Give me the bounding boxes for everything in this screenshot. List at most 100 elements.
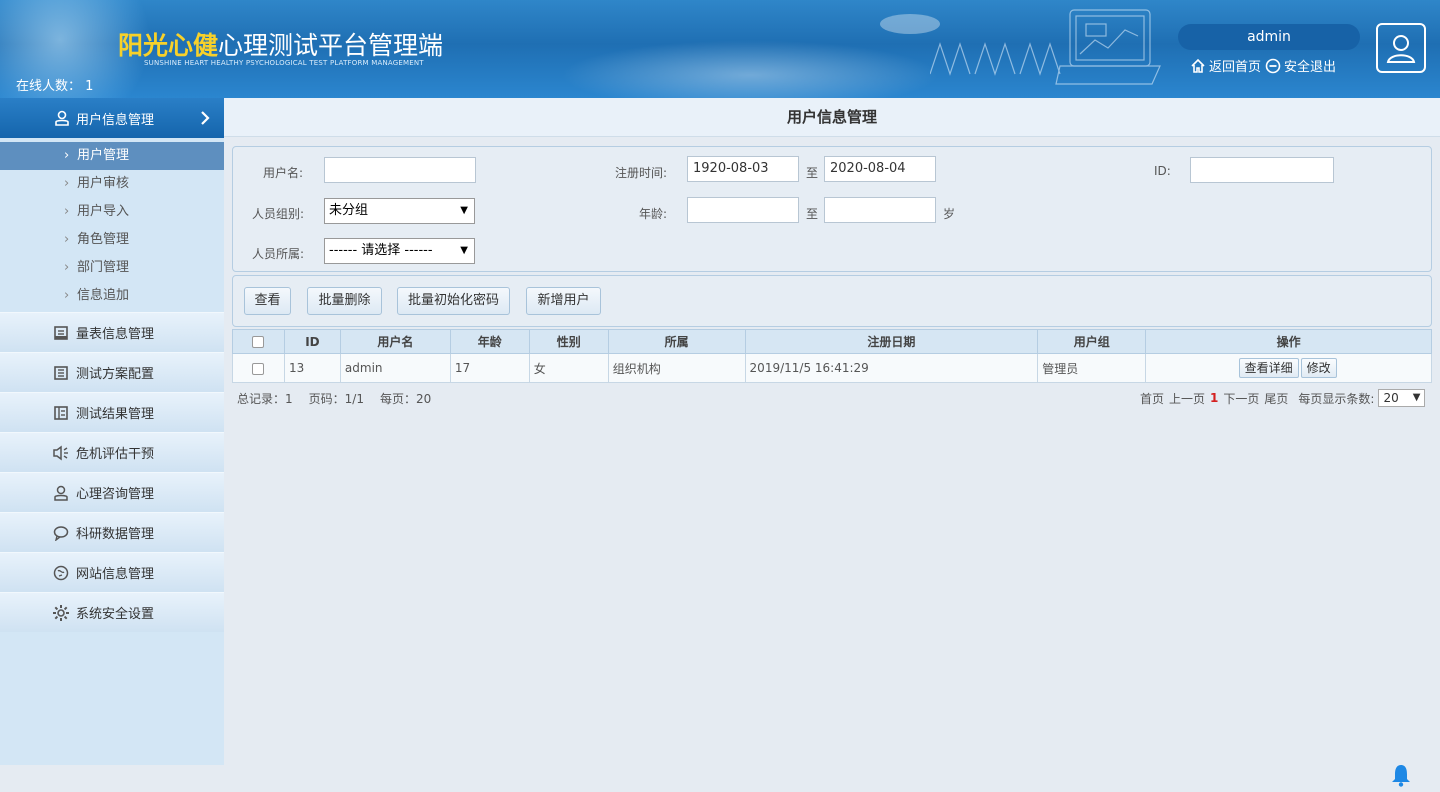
home-icon [1191,58,1205,73]
column-header: 用户名 [339,329,451,354]
form-icon [52,324,70,342]
per-page-count: 每页：20 [379,392,432,406]
online-count: 在线人数： 1 [16,75,93,94]
sidebar-item-security[interactable]: 系统安全设置 [0,592,224,632]
online-label: 在线人数： [16,79,82,94]
column-header: 用户组 [1037,329,1147,354]
per-page-select-value: 20 [1383,391,1399,405]
submenu-user-review[interactable]: › 用户审核 [0,170,224,198]
sidebar-footer [0,765,224,792]
username-input[interactable] [324,157,476,183]
view-detail-button[interactable]: 查看详细 [1238,358,1299,378]
cell-username: admin [339,353,451,383]
laptop-illustration [930,9,1161,85]
brand-rest: 心理测试平台管理端 [218,31,444,60]
sidebar-item-label: 科研数据管理 [76,527,155,542]
cell-actions: 查看详细 修改 [1145,353,1432,383]
cell-age: 17 [449,353,530,383]
username-pill: admin [1178,24,1360,50]
sidebar-item-label: 测试结果管理 [76,407,155,422]
cell-id: 13 [283,353,341,383]
sidebar-item-scale[interactable]: 量表信息管理 [0,312,224,352]
submenu-user-manage[interactable]: › 用户管理 [0,142,224,170]
cell-reg-date: 2019/11/5 16:41:29 [744,353,1039,383]
sidebar-item-test-plan[interactable]: 测试方案配置 [0,352,224,392]
column-header: 注册日期 [744,329,1039,354]
person-icon [52,484,70,502]
pager-summary: 总记录：1 页码：1/1 每页：20 [237,390,447,407]
reg-time-label: 注册时间: [615,166,668,180]
column-header: ID [283,329,341,354]
submenu-role-manage[interactable]: › 角色管理 [0,226,224,254]
submenu-label: 用户导入 [77,204,130,219]
row-select-cell [232,353,285,383]
table-header-row: ID 用户名 年龄 性别 所属 注册日期 用户组 操作 [232,329,1432,354]
reg-date-to-input[interactable]: 2020-08-04 [824,156,936,182]
reg-date-from-input[interactable]: 1920-08-03 [687,156,799,182]
column-header: 所属 [607,329,746,354]
next-page-link[interactable]: 下一页 [1223,390,1259,407]
brand-title: 阳光心健心理测试平台管理端 [118,26,443,62]
row-checkbox[interactable] [252,362,265,375]
edit-button[interactable]: 修改 [1300,358,1337,378]
sidebar-item-label: 心理咨询管理 [76,487,155,502]
add-user-button[interactable]: 新增用户 [526,287,601,315]
sidebar: 用户信息管理 › 用户管理 › 用户审核 › 用户导入 › 角色管理 › 部门管理 › 信息… [0,98,224,765]
submenu-info-append[interactable]: › 信息追加 [0,282,224,310]
column-header: 操作 [1145,329,1432,354]
belong-select[interactable]: ------ 请选择 ------ ▼ [324,238,475,264]
group-select[interactable]: 未分组 ▼ [324,198,475,224]
first-page-link[interactable]: 首页 [1140,390,1164,407]
action-toolbar: 查看 批量删除 批量初始化密码 新增用户 [232,275,1432,327]
sidebar-item-test-results[interactable]: 测试结果管理 [0,392,224,432]
age-label: 年龄: [639,207,668,221]
select-all-cell [232,329,285,354]
chat-bubble-icon [52,524,70,542]
page-number: 页码：1/1 [308,392,364,406]
belong-label: 人员所属: [252,247,305,261]
dropdown-arrow-icon: ▼ [460,245,468,256]
chevron-right-icon [201,111,210,125]
username-label: 用户名: [263,166,304,180]
logout-icon [1265,58,1281,73]
batch-delete-button[interactable]: 批量删除 [307,287,382,315]
cell-group: 管理员 [1037,353,1147,383]
sidebar-item-crisis[interactable]: 危机评估干预 [0,432,224,472]
cell-gender: 女 [528,353,609,383]
home-link[interactable]: 返回首页 [1190,56,1261,75]
sidebar-item-counseling[interactable]: 心理咨询管理 [0,472,224,512]
per-page-select[interactable]: 20 ▼ [1378,389,1426,407]
logout-link[interactable]: 安全退出 [1265,56,1336,75]
age-to-label: 至 [806,207,819,221]
submenu-label: 用户审核 [77,176,130,191]
age-from-input[interactable] [687,197,799,223]
prev-page-link[interactable]: 上一页 [1169,390,1205,407]
filter-panel: 用户名: 注册时间: 1920-08-03 至 2020-08-04 ID: 人… [232,146,1432,272]
select-all-checkbox[interactable] [252,336,265,348]
user-table: ID 用户名 年龄 性别 所属 注册日期 用户组 操作 13 admin 17 … [232,329,1432,383]
batch-reset-password-button[interactable]: 批量初始化密码 [397,287,510,315]
results-icon [52,404,70,422]
dropdown-arrow-icon: ▼ [460,205,468,216]
submenu-label: 用户管理 [77,148,130,163]
submenu-user-import[interactable]: › 用户导入 [0,198,224,226]
brand-subtitle: SUNSHINE HEART HEALTHY PSYCHOLOGICAL TES… [144,59,424,67]
id-input[interactable] [1190,157,1334,183]
last-page-link[interactable]: 尾页 [1264,390,1288,407]
sidebar-item-website[interactable]: 网站信息管理 [0,552,224,592]
submenu-dept-manage[interactable]: › 部门管理 [0,254,224,282]
age-to-input[interactable] [824,197,936,223]
id-label: ID: [1154,164,1171,178]
sidebar-item-label: 测试方案配置 [76,367,155,382]
avatar-button[interactable] [1376,23,1426,73]
sidebar-item-label: 危机评估干预 [76,447,155,462]
cloud-decoration [560,40,940,98]
bell-icon[interactable] [1391,763,1411,787]
sidebar-item-research[interactable]: 科研数据管理 [0,512,224,552]
group-select-value: 未分组 [329,203,369,218]
home-link-label: 返回首页 [1209,60,1262,75]
sidebar-item-user-info[interactable]: 用户信息管理 [0,98,224,138]
view-button[interactable]: 查看 [244,287,291,315]
current-page[interactable]: 1 [1210,391,1218,405]
belong-select-value: ------ 请选择 ------ [329,243,433,258]
